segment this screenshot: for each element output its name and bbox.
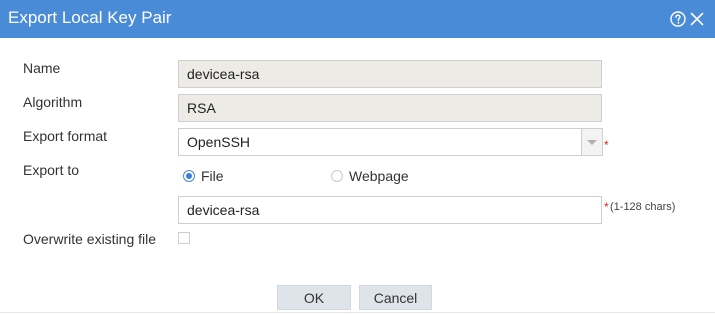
cancel-button[interactable]: Cancel (359, 285, 432, 310)
dialog-bottom-divider (0, 312, 715, 313)
overwrite-label: Overwrite existing file (23, 231, 157, 247)
export-key-pair-dialog: Export Local Key Pair Name devicea-rsa A… (0, 0, 715, 314)
export-to-label: Export to (23, 162, 80, 178)
radio-checked-icon[interactable] (183, 170, 195, 182)
export-format-required-mark: * (604, 138, 609, 152)
file-name-length-hint: (1-128 chars) (610, 201, 676, 213)
algorithm-field: RSA (178, 94, 602, 122)
export-to-webpage-label: Webpage (349, 168, 409, 184)
name-label: Name (23, 60, 61, 76)
chevron-down-icon[interactable] (581, 129, 602, 155)
export-to-file-radio[interactable]: File (183, 168, 224, 184)
name-field: devicea-rsa (178, 60, 602, 88)
export-to-webpage-radio[interactable]: Webpage (331, 168, 409, 184)
export-format-value: OpenSSH (187, 134, 251, 150)
file-name-input[interactable] (178, 196, 602, 224)
dialog-titlebar: Export Local Key Pair (0, 0, 715, 38)
file-name-required-mark: * (604, 200, 609, 214)
export-format-label: Export format (23, 128, 108, 144)
overwrite-checkbox[interactable] (178, 232, 190, 244)
export-to-file-label: File (201, 168, 224, 184)
algorithm-label: Algorithm (23, 94, 83, 110)
dialog-title: Export Local Key Pair (8, 8, 172, 27)
radio-unchecked-icon[interactable] (331, 170, 343, 182)
help-circle-icon[interactable] (670, 11, 686, 27)
ok-button[interactable]: OK (277, 285, 351, 310)
export-format-select[interactable]: OpenSSH (178, 128, 603, 156)
close-icon[interactable] (690, 12, 704, 26)
